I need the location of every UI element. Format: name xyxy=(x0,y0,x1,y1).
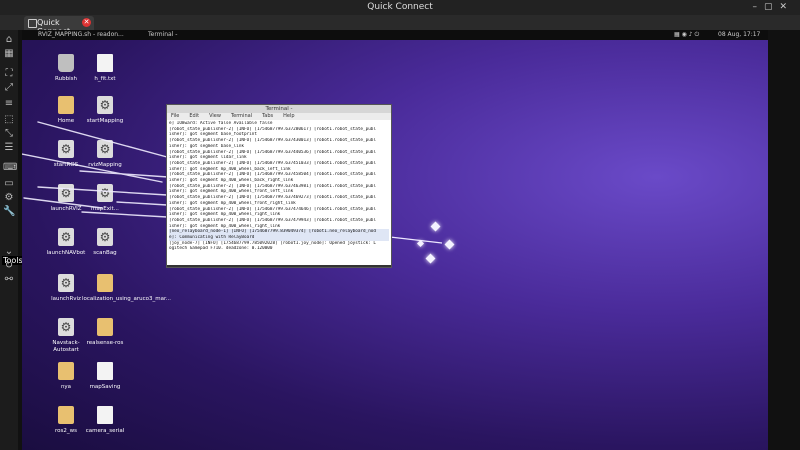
folder-icon xyxy=(97,318,113,336)
trash-icon xyxy=(58,54,74,72)
wallpaper-diamond xyxy=(425,253,436,264)
wallpaper-diamond xyxy=(416,239,425,248)
window-title: Quick Connect xyxy=(367,2,433,12)
terminal-output[interactable]: e] IO8ward: Active false Available false… xyxy=(167,120,391,265)
gear-icon: ⚙ xyxy=(97,184,113,202)
desktop-icon-localization[interactable]: localization_using_aruco3_mar... xyxy=(82,274,171,303)
mouse-icon[interactable]: ▭ xyxy=(3,178,15,190)
gear-icon: ⚙ xyxy=(97,228,113,246)
folder-icon xyxy=(97,274,113,292)
datetime: 08 Aug, 17:17 xyxy=(718,31,761,38)
home-icon[interactable]: ⌂ xyxy=(3,34,15,46)
terminal-window[interactable]: Terminal - File Edit View Terminal Tabs Help … xyxy=(166,104,392,268)
terminal-line: [robot_state_publisher-2] [INFO] [175468… xyxy=(169,160,376,166)
settings-icon[interactable]: ⚙ xyxy=(3,192,15,204)
menu-tabs[interactable]: Tabs xyxy=(262,113,273,119)
window-titlebar: Quick Connect –▢✕ xyxy=(0,0,800,15)
list-icon[interactable]: ≡ xyxy=(3,98,15,110)
terminal-menubar: File Edit View Terminal Tabs Help xyxy=(167,113,391,120)
chevron-down-icon[interactable]: ⌄ xyxy=(3,246,15,258)
wallpaper-streaks xyxy=(22,121,443,244)
gear-icon: ⚙ xyxy=(58,228,74,246)
tools-icon[interactable]: 🔧 xyxy=(3,206,15,218)
desktop-icon-map-saving[interactable]: mapSaving xyxy=(82,362,128,391)
grid-icon[interactable]: ▦ xyxy=(3,48,15,60)
close-icon[interactable]: ✕ xyxy=(82,18,91,27)
left-toolbar: ⌂ ▦ ⛶ ⤢ ≡ ⬚ ⤡ ☰ ⌨ ▭ ⚙ 🔧 Tools ⌄ ↻ ⚯ xyxy=(0,30,24,450)
window-controls[interactable]: –▢✕ xyxy=(752,2,794,12)
terminal-titlebar: Terminal - xyxy=(167,105,391,113)
monitor-icon xyxy=(28,19,37,28)
menu-icon[interactable]: ☰ xyxy=(3,142,15,154)
terminal-line: [robot_state_publisher-2] [INFO] [175468… xyxy=(169,138,376,144)
gear-icon: ⚙ xyxy=(58,318,74,336)
refresh-icon[interactable]: ↻ xyxy=(3,260,15,272)
wallpaper-diamond xyxy=(430,221,441,232)
remote-taskbar: RVIZ_MAPPING.sh - readon... Terminal - ▦… xyxy=(22,30,768,40)
desktop-icon-scan-bag[interactable]: ⚙ scanBag xyxy=(82,228,128,257)
desktop-icon-rviz-mapping[interactable]: ⚙ rvizMapping xyxy=(82,140,128,169)
remote-desktop[interactable]: RVIZ_MAPPING.sh - readon... Terminal - ▦… xyxy=(22,30,768,450)
gear-icon: ⚙ xyxy=(58,184,74,202)
menu-help[interactable]: Help xyxy=(283,113,294,119)
expand-icon[interactable]: ⤢ xyxy=(3,82,15,94)
terminal-line: ogitech Gamepad F710. deadzone: 0.120000 xyxy=(169,246,273,252)
gear-icon: ⚙ xyxy=(58,274,74,292)
desktop-icon-realsense-ros[interactable]: realsense-ros xyxy=(82,318,128,347)
desktop-icon-map-exit[interactable]: ⚙ mapExit... xyxy=(82,184,128,213)
right-margin xyxy=(768,30,800,450)
menu-view[interactable]: View xyxy=(209,113,221,119)
file-icon xyxy=(97,362,113,380)
folder-icon xyxy=(58,96,74,114)
gear-icon: ⚙ xyxy=(58,140,74,158)
menu-edit[interactable]: Edit xyxy=(189,113,199,119)
terminal-line: [robot_state_publisher-2] [INFO] [175468… xyxy=(169,217,376,223)
fullscreen-icon[interactable]: ⛶ xyxy=(3,68,15,80)
desktop-icon-start-mapping[interactable]: ⚙ startMapping xyxy=(82,96,128,125)
file-icon xyxy=(97,406,113,424)
select-icon[interactable]: ⬚ xyxy=(3,114,15,126)
taskbar-app-2[interactable]: Terminal - xyxy=(148,31,177,38)
tab-bar: Quick Connect ✕ xyxy=(0,15,800,36)
keyboard-icon[interactable]: ⌨ xyxy=(3,162,17,174)
gear-icon: ⚙ xyxy=(97,96,113,114)
gear-icon: ⚙ xyxy=(97,140,113,158)
tab-quick-connect[interactable]: Quick Connect ✕ xyxy=(24,16,94,36)
taskbar-app-1[interactable]: RVIZ_MAPPING.sh - readon... xyxy=(38,31,124,38)
desktop-icon-h-fit[interactable]: h_fit.txt xyxy=(82,54,128,83)
file-icon xyxy=(97,54,113,72)
folder-icon xyxy=(58,362,74,380)
folder-icon xyxy=(58,406,74,424)
menu-terminal[interactable]: Terminal xyxy=(231,113,252,119)
wallpaper-diamond xyxy=(444,239,455,250)
desktop-icon-camera-serial[interactable]: camera_serial xyxy=(82,406,128,435)
tray-icons[interactable]: ▦ ◉ ♪ ⏻ xyxy=(674,31,699,39)
link-icon[interactable]: ⚯ xyxy=(3,274,15,286)
expand-icon[interactable]: ⤡ xyxy=(3,128,15,140)
menu-file[interactable]: File xyxy=(171,113,179,119)
terminal-line: [robot_state_publisher-2] [INFO] [175468… xyxy=(169,195,376,201)
